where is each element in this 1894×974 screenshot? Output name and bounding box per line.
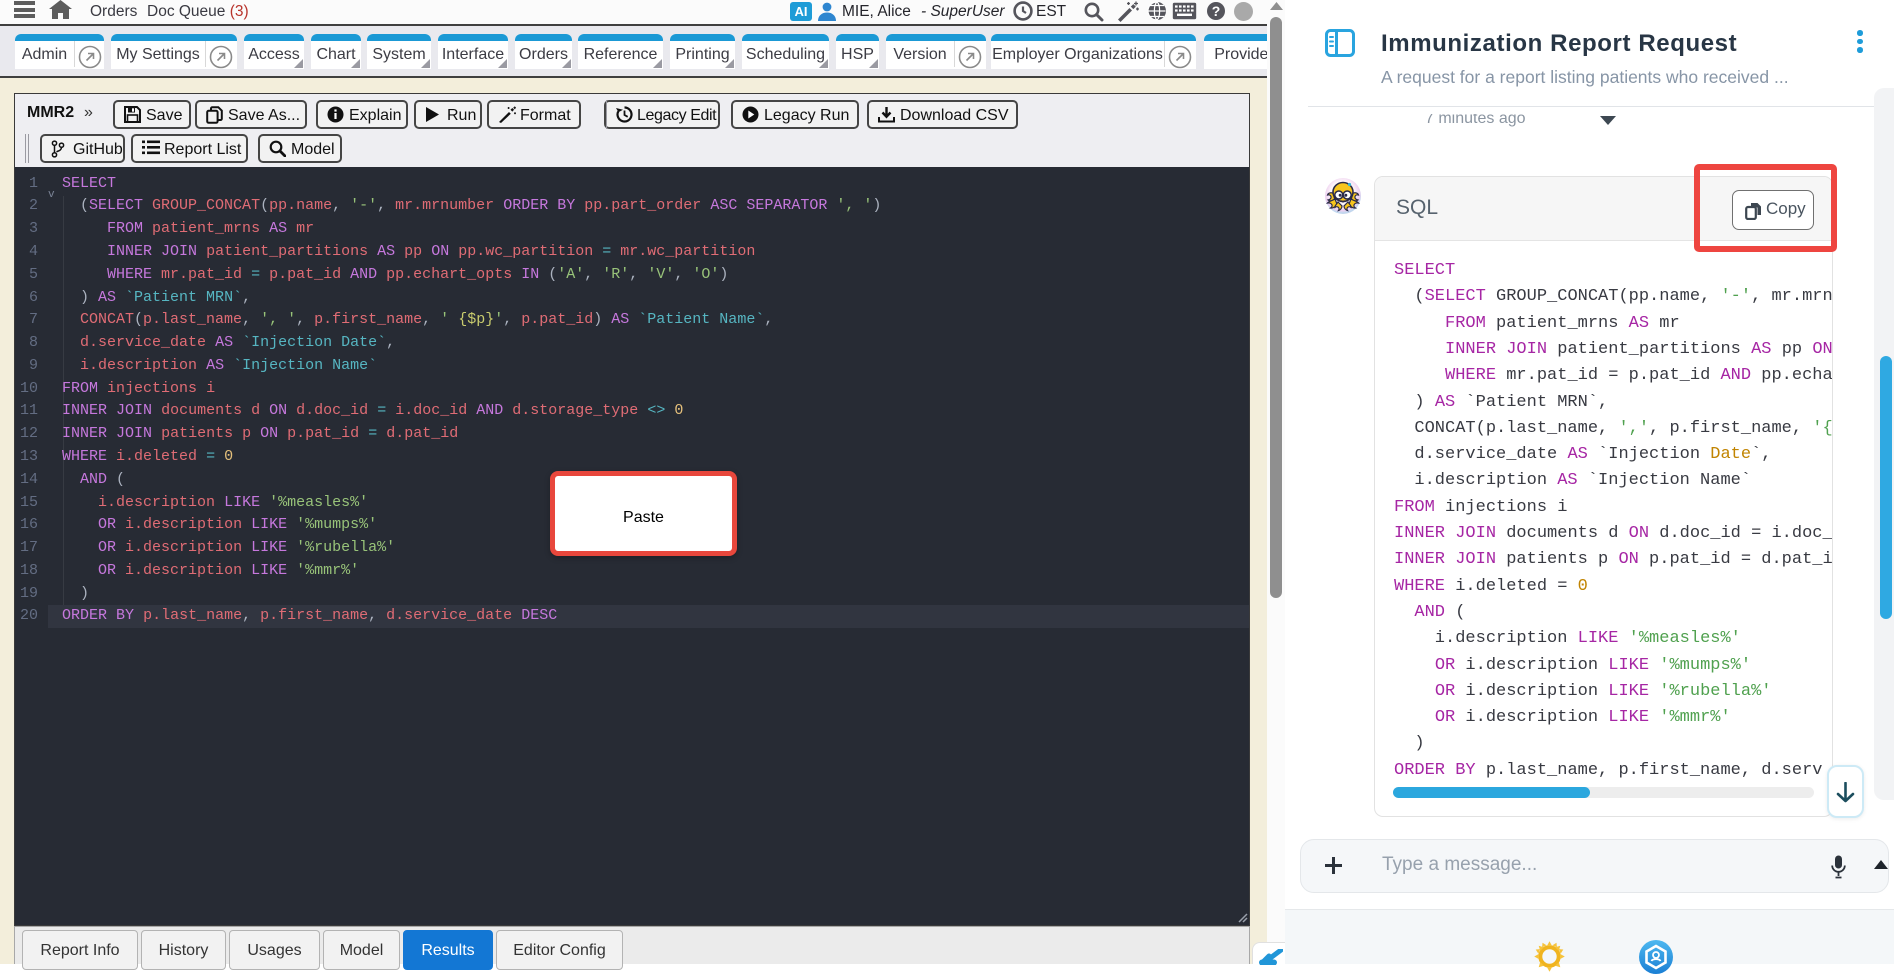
svg-text:?: ? — [1212, 3, 1221, 19]
